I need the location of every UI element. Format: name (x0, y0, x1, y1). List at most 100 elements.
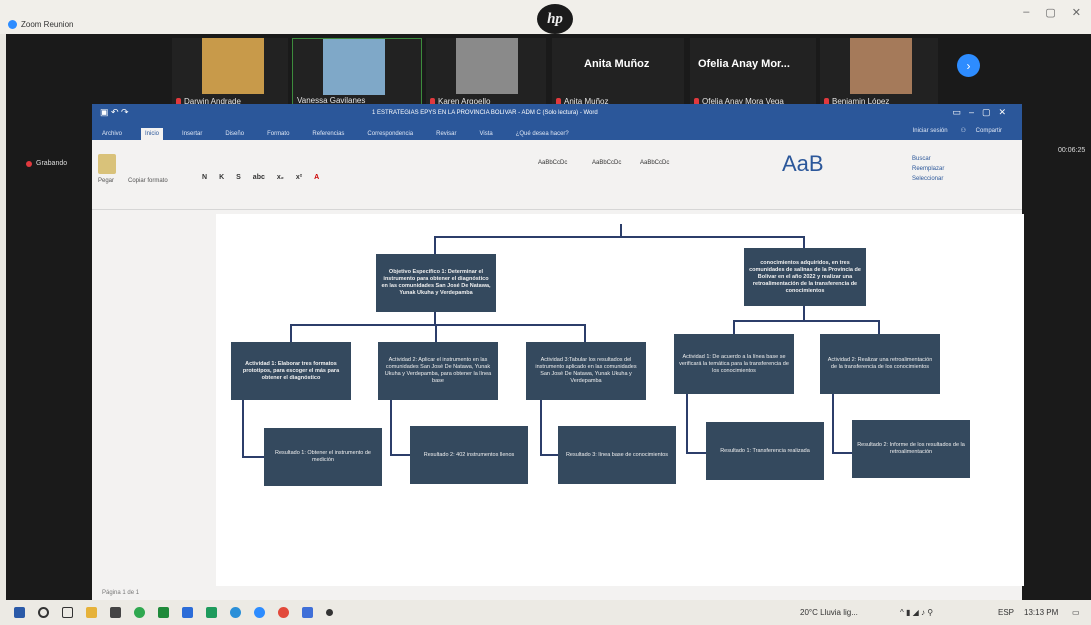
connector-line (390, 454, 410, 456)
style-normal[interactable]: AaBbCcDc (538, 160, 567, 166)
bold-button[interactable]: N (202, 174, 207, 181)
word-statusbar: Página 1 de 1 (92, 586, 1022, 600)
result-box: Resultado 3: línea base de conocimientos (558, 426, 676, 484)
select-button[interactable]: Seleccionar (912, 174, 944, 184)
connector-line (242, 456, 264, 458)
connector-line (832, 394, 834, 454)
save-icon[interactable]: ▣ ↶ ↷ (100, 107, 129, 118)
connector-line (733, 320, 880, 322)
task-view-icon[interactable] (62, 607, 73, 618)
tab-vista[interactable]: Vista (475, 128, 496, 140)
share-icon: ⚇ (960, 128, 966, 134)
participant-tile[interactable]: Anita Muñoz (552, 38, 684, 108)
tab-inicio[interactable]: Inicio (141, 128, 164, 140)
minimize-icon[interactable]: – (1023, 6, 1029, 19)
word-icon[interactable] (182, 607, 193, 618)
app-icon[interactable] (206, 607, 217, 618)
strikethrough-button[interactable]: abc (253, 174, 265, 181)
activity-box: Actividad 1: De acuerdo a la línea base … (674, 334, 794, 394)
activity-box: Actividad 3:Tabular los resultados del i… (526, 342, 646, 400)
store-icon[interactable] (110, 607, 121, 618)
language-indicator[interactable]: ESP (998, 608, 1014, 617)
document-page[interactable] (216, 214, 1024, 586)
replace-button[interactable]: Reemplazar (912, 164, 944, 174)
zoom-app-title: Zoom Reunion (8, 20, 73, 29)
connector-line (435, 324, 437, 342)
document-title: 1 ESTRATEGIAS EPYS EN LA PROVINCIA BOLIV… (372, 110, 598, 116)
start-icon[interactable] (14, 607, 25, 618)
tab-insertar[interactable]: Insertar (178, 128, 206, 140)
italic-button[interactable]: K (219, 174, 224, 181)
excel-icon[interactable] (158, 607, 169, 618)
result-box: Resultado 1: Obtener el instrumento de m… (264, 428, 382, 486)
activity-text: Actividad 2: Aplicar el instrumento en l… (384, 357, 492, 384)
ribbon-toolbar: Pegar Copiar formato N K S abc x₂ x² A A… (92, 140, 1022, 210)
format-buttons: N K S abc x₂ x² A (202, 174, 319, 181)
maximize-icon[interactable]: ▢ (1045, 6, 1055, 19)
connector-line (733, 320, 735, 334)
participant-tile[interactable]: Ofelia Anay Mora Vega (690, 38, 816, 108)
edge-icon[interactable] (230, 607, 241, 618)
superscript-button[interactable]: x² (296, 174, 302, 181)
sign-in-link[interactable]: Iniciar sesión (909, 125, 952, 137)
file-explorer-icon[interactable] (86, 607, 97, 618)
chrome-icon[interactable] (134, 607, 145, 618)
meeting-timer: 00:06:25 (1058, 147, 1086, 154)
participant-tile[interactable]: Benjamin López (820, 38, 938, 108)
font-color-icon[interactable]: A (314, 174, 319, 181)
participant-big-name: Ofelia Anay Mor... (698, 58, 790, 70)
next-participants-button[interactable]: › (957, 54, 980, 77)
connector-line (584, 324, 586, 342)
connector-line (803, 306, 805, 320)
clock[interactable]: 13:13 PM (1024, 608, 1058, 617)
find-button[interactable]: Buscar (912, 154, 944, 164)
copy-format-button[interactable]: Copiar formato (128, 178, 168, 184)
paste-icon[interactable] (98, 154, 116, 174)
underline-button[interactable]: S (236, 174, 241, 181)
participant-video (850, 38, 912, 94)
objective-text: Objetivo Especifico 1: Determinar el ins… (381, 269, 491, 296)
participant-tile[interactable]: Darwin Andrade (172, 38, 288, 108)
zoom-icon[interactable] (254, 607, 265, 618)
participant-tile[interactable]: Karen Argoello (426, 38, 546, 108)
connector-line (878, 320, 880, 334)
zoom-title-text: Zoom Reunion (21, 20, 74, 29)
share-button[interactable]: Compartir (972, 125, 1006, 137)
connector-line (540, 400, 542, 456)
tab-formato[interactable]: Formato (263, 128, 293, 140)
tab-diseno[interactable]: Diseño (221, 128, 248, 140)
style-title[interactable]: AaB (782, 151, 824, 177)
tab-correspondencia[interactable]: Correspondencia (363, 128, 417, 140)
tab-revisar[interactable]: Revisar (432, 128, 460, 140)
tab-archivo[interactable]: Archivo (98, 128, 126, 140)
objective-box: Objetivo Especifico 1: Determinar el ins… (376, 254, 496, 312)
style-heading[interactable]: AaBbCcDc (640, 160, 669, 166)
search-icon[interactable] (38, 607, 49, 618)
objective-box: conocimientos adquiridos, en tres comuni… (744, 248, 866, 306)
tray-icons[interactable]: ^ ▮ ◢ ♪ ⚲ (900, 608, 933, 617)
tell-me-search[interactable]: ¿Qué desea hacer? (512, 128, 573, 140)
participant-tile[interactable]: Vanessa Gavilanes (292, 38, 422, 108)
connector-line (686, 394, 688, 454)
activity-text: Actividad 2: Realizar una retroalimentac… (827, 357, 933, 370)
outlook-icon[interactable] (302, 607, 313, 618)
account-area: Iniciar sesión ⚇ Compartir (905, 124, 1010, 137)
close-icon[interactable]: ✕ (1072, 6, 1081, 19)
word-window-controls[interactable]: ▭–▢✕ (952, 107, 1014, 118)
connector-line (434, 236, 436, 254)
result-text: Resultado 2: 402 instrumentos llenos (423, 451, 515, 458)
style-no-spacing[interactable]: AaBbCcDc (592, 160, 621, 166)
chrome-browser-icon[interactable] (278, 607, 289, 618)
connector-line (390, 400, 392, 456)
weather-widget[interactable]: 20°C Lluvia lig... (800, 608, 858, 617)
tab-referencias[interactable]: Referencias (308, 128, 348, 140)
subscript-button[interactable]: x₂ (277, 174, 284, 181)
connector-line (290, 324, 292, 342)
activity-text: Actividad 1: De acuerdo a la línea base … (679, 353, 789, 374)
connector-line (290, 324, 586, 326)
app-dot-icon[interactable] (326, 609, 333, 616)
paste-label: Pegar (98, 178, 115, 184)
notification-icon[interactable]: ▭ (1072, 608, 1080, 617)
result-text: Resultado 1: Obtener el instrumento de m… (274, 450, 371, 463)
activity-text: Actividad 3:Tabular los resultados del i… (535, 357, 637, 384)
